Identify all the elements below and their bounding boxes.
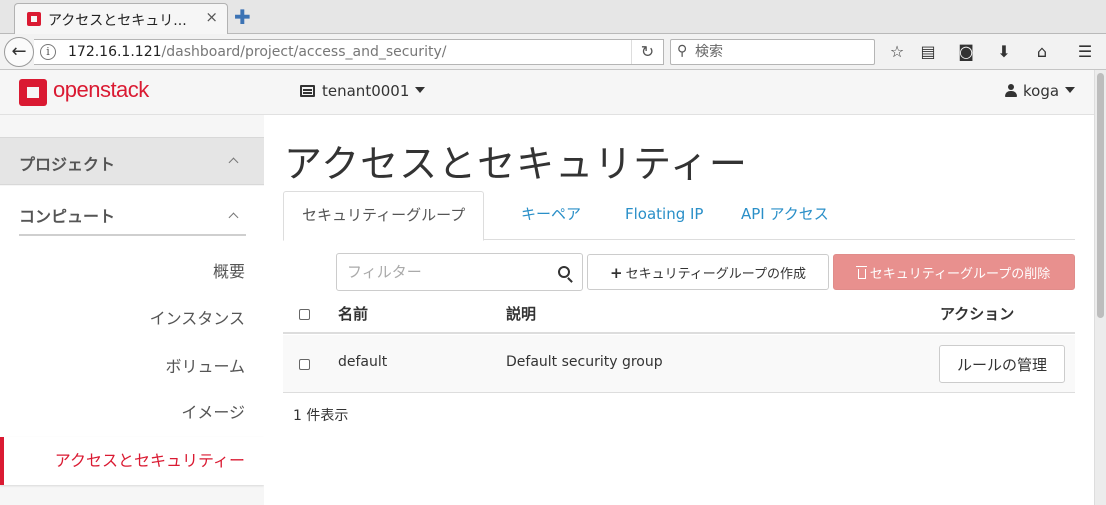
column-header-description[interactable]: 説明	[506, 303, 536, 324]
column-header-name[interactable]: 名前	[338, 303, 368, 324]
tab-key-pairs[interactable]: キーペア	[521, 191, 581, 240]
reading-list-icon[interactable]: ▤	[915, 40, 941, 64]
sidebar-section-label: プロジェクト	[19, 155, 116, 174]
caret-down-icon	[1065, 87, 1076, 93]
openstack-favicon-icon	[27, 12, 41, 26]
user-name: koga	[1023, 82, 1060, 100]
new-tab-icon[interactable]: ✚	[234, 5, 251, 29]
url-text[interactable]: 172.16.1.121/dashboard/project/access_an…	[68, 44, 446, 60]
browser-tab-bar: アクセスとセキュリ... × ✚	[0, 0, 1106, 34]
page-title: アクセスとセキュリティー	[284, 142, 748, 186]
sidebar-item-overview[interactable]: 概要	[0, 248, 264, 296]
column-header-actions: アクション	[940, 305, 1015, 323]
browser-search-input[interactable]	[695, 42, 865, 62]
url-bar[interactable]: i 172.16.1.121/dashboard/project/access_…	[34, 39, 664, 65]
page-tabs: セキュリティーグループ キーペア Floating IP API アクセス	[283, 191, 1075, 241]
pocket-icon[interactable]: ◙	[953, 40, 979, 64]
sidebar-item-access-security[interactable]: アクセスとセキュリティー	[0, 437, 264, 485]
row-name: default	[338, 354, 388, 370]
url-host: 172.16.1.121	[68, 44, 162, 60]
browser-tab-title: アクセスとセキュリ...	[48, 13, 187, 29]
chevron-up-icon	[228, 157, 239, 168]
scrollbar-thumb[interactable]	[1097, 73, 1104, 318]
delete-button-label: セキュリティーグループの削除	[869, 266, 1051, 282]
tab-floating-ip[interactable]: Floating IP	[625, 191, 703, 240]
page-scrollbar[interactable]	[1094, 70, 1106, 505]
filter-box	[336, 253, 583, 291]
row-description: Default security group	[506, 354, 663, 370]
chevron-up-icon	[228, 212, 239, 223]
item-count: 1 件表示	[293, 408, 349, 424]
browser-nav-bar: ← i 172.16.1.121/dashboard/project/acces…	[0, 34, 1106, 70]
openstack-header: openstack tenant0001 koga	[0, 70, 1094, 115]
sidebar: プロジェクト コンピュート 概要 インスタンス ボリューム イメージ アクセスと…	[0, 115, 264, 505]
select-all-checkbox[interactable]	[299, 309, 310, 320]
bookmark-star-icon[interactable]: ☆	[884, 40, 910, 64]
row-checkbox[interactable]	[299, 359, 310, 370]
sidebar-item-volumes[interactable]: ボリューム	[0, 343, 264, 391]
close-tab-icon[interactable]: ×	[205, 8, 218, 26]
plus-icon: +	[609, 263, 623, 282]
sidebar-item-images[interactable]: イメージ	[0, 389, 264, 437]
download-icon[interactable]: ⬇	[991, 40, 1017, 64]
create-button-label: セキュリティーグループの作成	[625, 266, 807, 282]
browser-tab[interactable]: アクセスとセキュリ... ×	[14, 3, 228, 34]
openstack-logo-text[interactable]: openstack	[53, 77, 149, 103]
browser-search-bar[interactable]: ⚲	[670, 39, 875, 65]
back-arrow-icon[interactable]: ←	[4, 37, 34, 67]
search-icon: ⚲	[677, 43, 688, 59]
trash-icon	[855, 265, 867, 279]
url-path: /dashboard/project/access_and_security/	[161, 44, 447, 60]
reload-icon[interactable]: ↻	[631, 40, 663, 64]
table-row: default Default security group ルールの管理	[283, 335, 1075, 393]
tenant-name: tenant0001	[322, 82, 410, 100]
sidebar-section-label: コンピュート	[19, 207, 116, 226]
user-dropdown[interactable]: koga	[1005, 82, 1076, 100]
sidebar-section-project[interactable]: プロジェクト	[0, 137, 264, 185]
caret-down-icon	[415, 87, 426, 93]
sidebar-item-instances[interactable]: インスタンス	[0, 295, 264, 343]
tab-security-groups[interactable]: セキュリティーグループ	[283, 191, 485, 241]
tenant-dropdown[interactable]: tenant0001	[300, 82, 426, 100]
manage-rules-button[interactable]: ルールの管理	[939, 345, 1065, 383]
server-list-icon	[300, 85, 315, 97]
main-content: アクセスとセキュリティー セキュリティーグループ キーペア Floating I…	[264, 115, 1094, 505]
menu-icon[interactable]: ☰	[1072, 40, 1098, 64]
search-icon[interactable]	[558, 266, 570, 278]
openstack-logo-icon[interactable]	[19, 79, 47, 106]
table-header: 名前 説明 アクション	[283, 295, 1075, 334]
delete-security-group-button[interactable]: セキュリティーグループの削除	[833, 254, 1075, 290]
section-divider	[19, 234, 246, 236]
tab-api-access[interactable]: API アクセス	[741, 191, 829, 240]
filter-input[interactable]	[347, 262, 547, 282]
sidebar-section-compute[interactable]: コンピュート	[0, 186, 264, 238]
create-security-group-button[interactable]: + セキュリティーグループの作成	[587, 254, 829, 290]
user-icon	[1005, 84, 1017, 97]
site-info-icon[interactable]: i	[40, 44, 56, 60]
home-icon[interactable]: ⌂	[1029, 40, 1055, 64]
